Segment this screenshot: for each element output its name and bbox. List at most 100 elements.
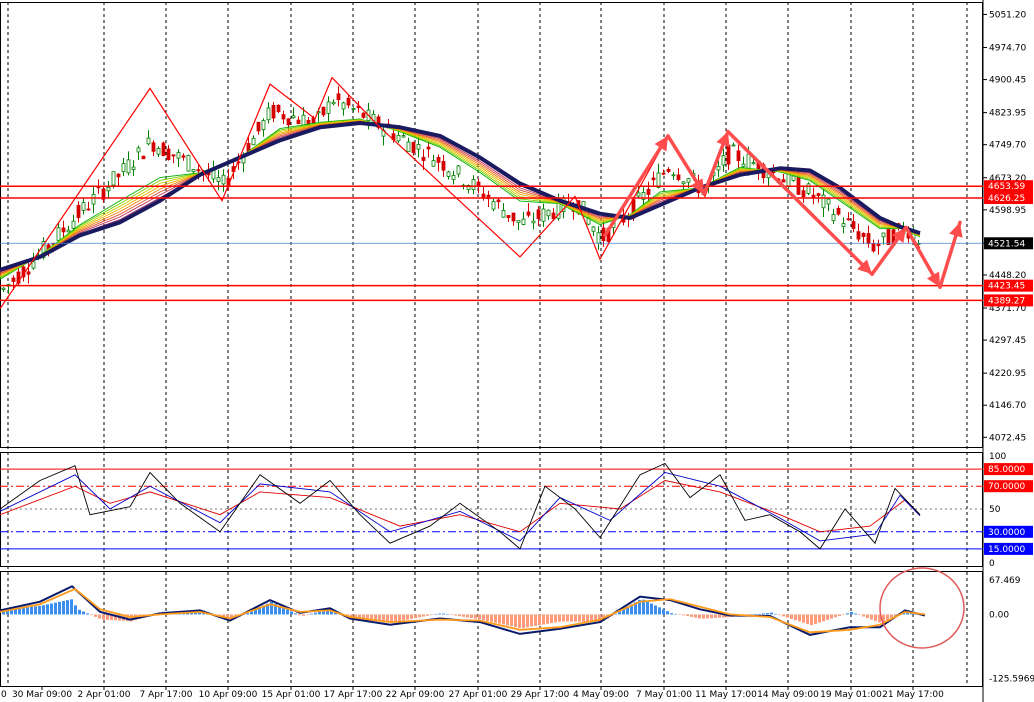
macd-histogram-bar: [402, 614, 405, 621]
macd-histogram-bar: [486, 614, 489, 622]
osc-level-label: 85.0000: [988, 465, 1025, 475]
candle-body: [721, 155, 726, 166]
candle-body: [861, 232, 866, 238]
candle-body: [671, 174, 676, 177]
candle-body: [511, 212, 516, 222]
macd-histogram-bar: [394, 614, 397, 622]
macd-histogram-bar: [798, 614, 801, 622]
macd-histogram-bar: [502, 614, 505, 625]
price-tick-label: 4448.20: [989, 271, 1026, 281]
macd-histogram-bar: [78, 609, 81, 615]
candle-body: [496, 199, 501, 203]
candle-body: [341, 102, 346, 110]
candle-body: [321, 106, 326, 116]
candle-body: [741, 163, 746, 167]
candle-body: [276, 104, 281, 112]
macd-histogram-bar: [42, 605, 45, 615]
candle-body: [501, 209, 506, 218]
candle-body: [856, 231, 861, 240]
macd-main-line: [0, 585, 926, 636]
candle-body: [871, 243, 876, 252]
candle-body: [1, 287, 6, 290]
candle-body: [651, 177, 656, 181]
candle-body: [166, 148, 171, 160]
macd-histogram-bar: [22, 607, 25, 615]
candle-body: [251, 137, 256, 146]
macd-histogram-bar: [818, 614, 821, 623]
candle-body: [506, 215, 511, 219]
time-tick-label: 19 May 01:00: [820, 690, 882, 700]
level-label: 4423.45: [988, 282, 1025, 292]
candle-body: [331, 101, 336, 105]
macd-histogram-bar: [542, 614, 545, 625]
macd-histogram-bar: [670, 613, 673, 615]
macd-histogram-bar: [474, 614, 477, 619]
candle-body: [686, 178, 691, 183]
macd-histogram-bar: [446, 614, 449, 615]
candle-body: [456, 165, 461, 175]
chart-grid: [0, 0, 984, 702]
macd-histogram-bar: [718, 614, 721, 618]
candle-body: [86, 208, 91, 211]
time-tick-label: 22 Apr 09:00: [386, 690, 445, 700]
time-tick-label: 2 Apr 01:00: [78, 690, 131, 700]
macd-histogram-bar: [38, 605, 41, 615]
macd-histogram-bar: [422, 614, 425, 617]
macd-histogram-bar: [778, 614, 781, 616]
macd-histogram-bar: [46, 604, 49, 615]
macd-histogram-bar: [698, 614, 701, 619]
macd-tick-label: 0.00: [989, 610, 1009, 620]
candle-body: [141, 155, 146, 160]
candle-body: [516, 220, 521, 223]
candle-body: [551, 212, 556, 220]
candle-body: [851, 221, 856, 229]
candle-body: [196, 169, 201, 172]
macd-histogram-bar: [790, 614, 793, 619]
price-tick-label: 5051.20: [989, 10, 1026, 20]
candle-body: [296, 119, 301, 125]
macd-histogram-bar: [782, 614, 785, 617]
macd-histogram-bar: [458, 614, 461, 617]
oscillator-panel: [0, 462, 983, 550]
macd-histogram-bar: [586, 614, 589, 622]
macd-histogram-bar: [530, 614, 533, 627]
macd-histogram-bar: [706, 614, 709, 619]
macd-histogram-bar: [770, 612, 773, 615]
candle-body: [421, 156, 426, 161]
candle-body: [361, 112, 366, 118]
candle-body: [156, 148, 161, 155]
time-tick-label: 7 May 01:00: [636, 690, 692, 700]
candle-body: [126, 159, 131, 174]
candle-body: [56, 227, 61, 241]
macd-histogram-bar: [558, 614, 561, 622]
candle-body: [281, 114, 286, 120]
price-tick-label: 4220.95: [989, 369, 1026, 379]
macd-histogram-bar: [470, 614, 473, 619]
candle-body: [716, 166, 721, 171]
macd-histogram-bar: [826, 614, 829, 620]
macd-histogram-bar: [554, 614, 557, 623]
candle-body: [396, 134, 401, 142]
candle-body: [536, 209, 541, 219]
candle-body: [876, 243, 881, 247]
annotation-circle: [879, 567, 965, 649]
macd-histogram-bar: [290, 611, 293, 615]
macd-histogram-bar: [526, 614, 529, 628]
panel-frame: [0, 571, 983, 687]
time-tick-label: 27 Apr 01:00: [449, 690, 508, 700]
macd-histogram-bar: [822, 614, 825, 622]
macd-histogram-bar: [842, 614, 845, 615]
candle-body: [216, 177, 221, 182]
time-tick-label: 0: [1, 690, 7, 700]
price-panel: [0, 76, 983, 310]
macd-histogram-bar: [834, 614, 837, 618]
candle-body: [816, 193, 821, 197]
time-tick-label: 21 May 17:00: [882, 690, 944, 700]
macd-histogram-bar: [814, 614, 817, 624]
trading-chart[interactable]: 5051.204974.704900.454823.954749.704673.…: [0, 0, 1034, 702]
macd-histogram-bar: [106, 614, 109, 620]
candle-body: [811, 194, 816, 198]
macd-histogram-bar: [438, 613, 441, 615]
macd-histogram-bar: [802, 614, 805, 623]
candle-body: [836, 208, 841, 215]
